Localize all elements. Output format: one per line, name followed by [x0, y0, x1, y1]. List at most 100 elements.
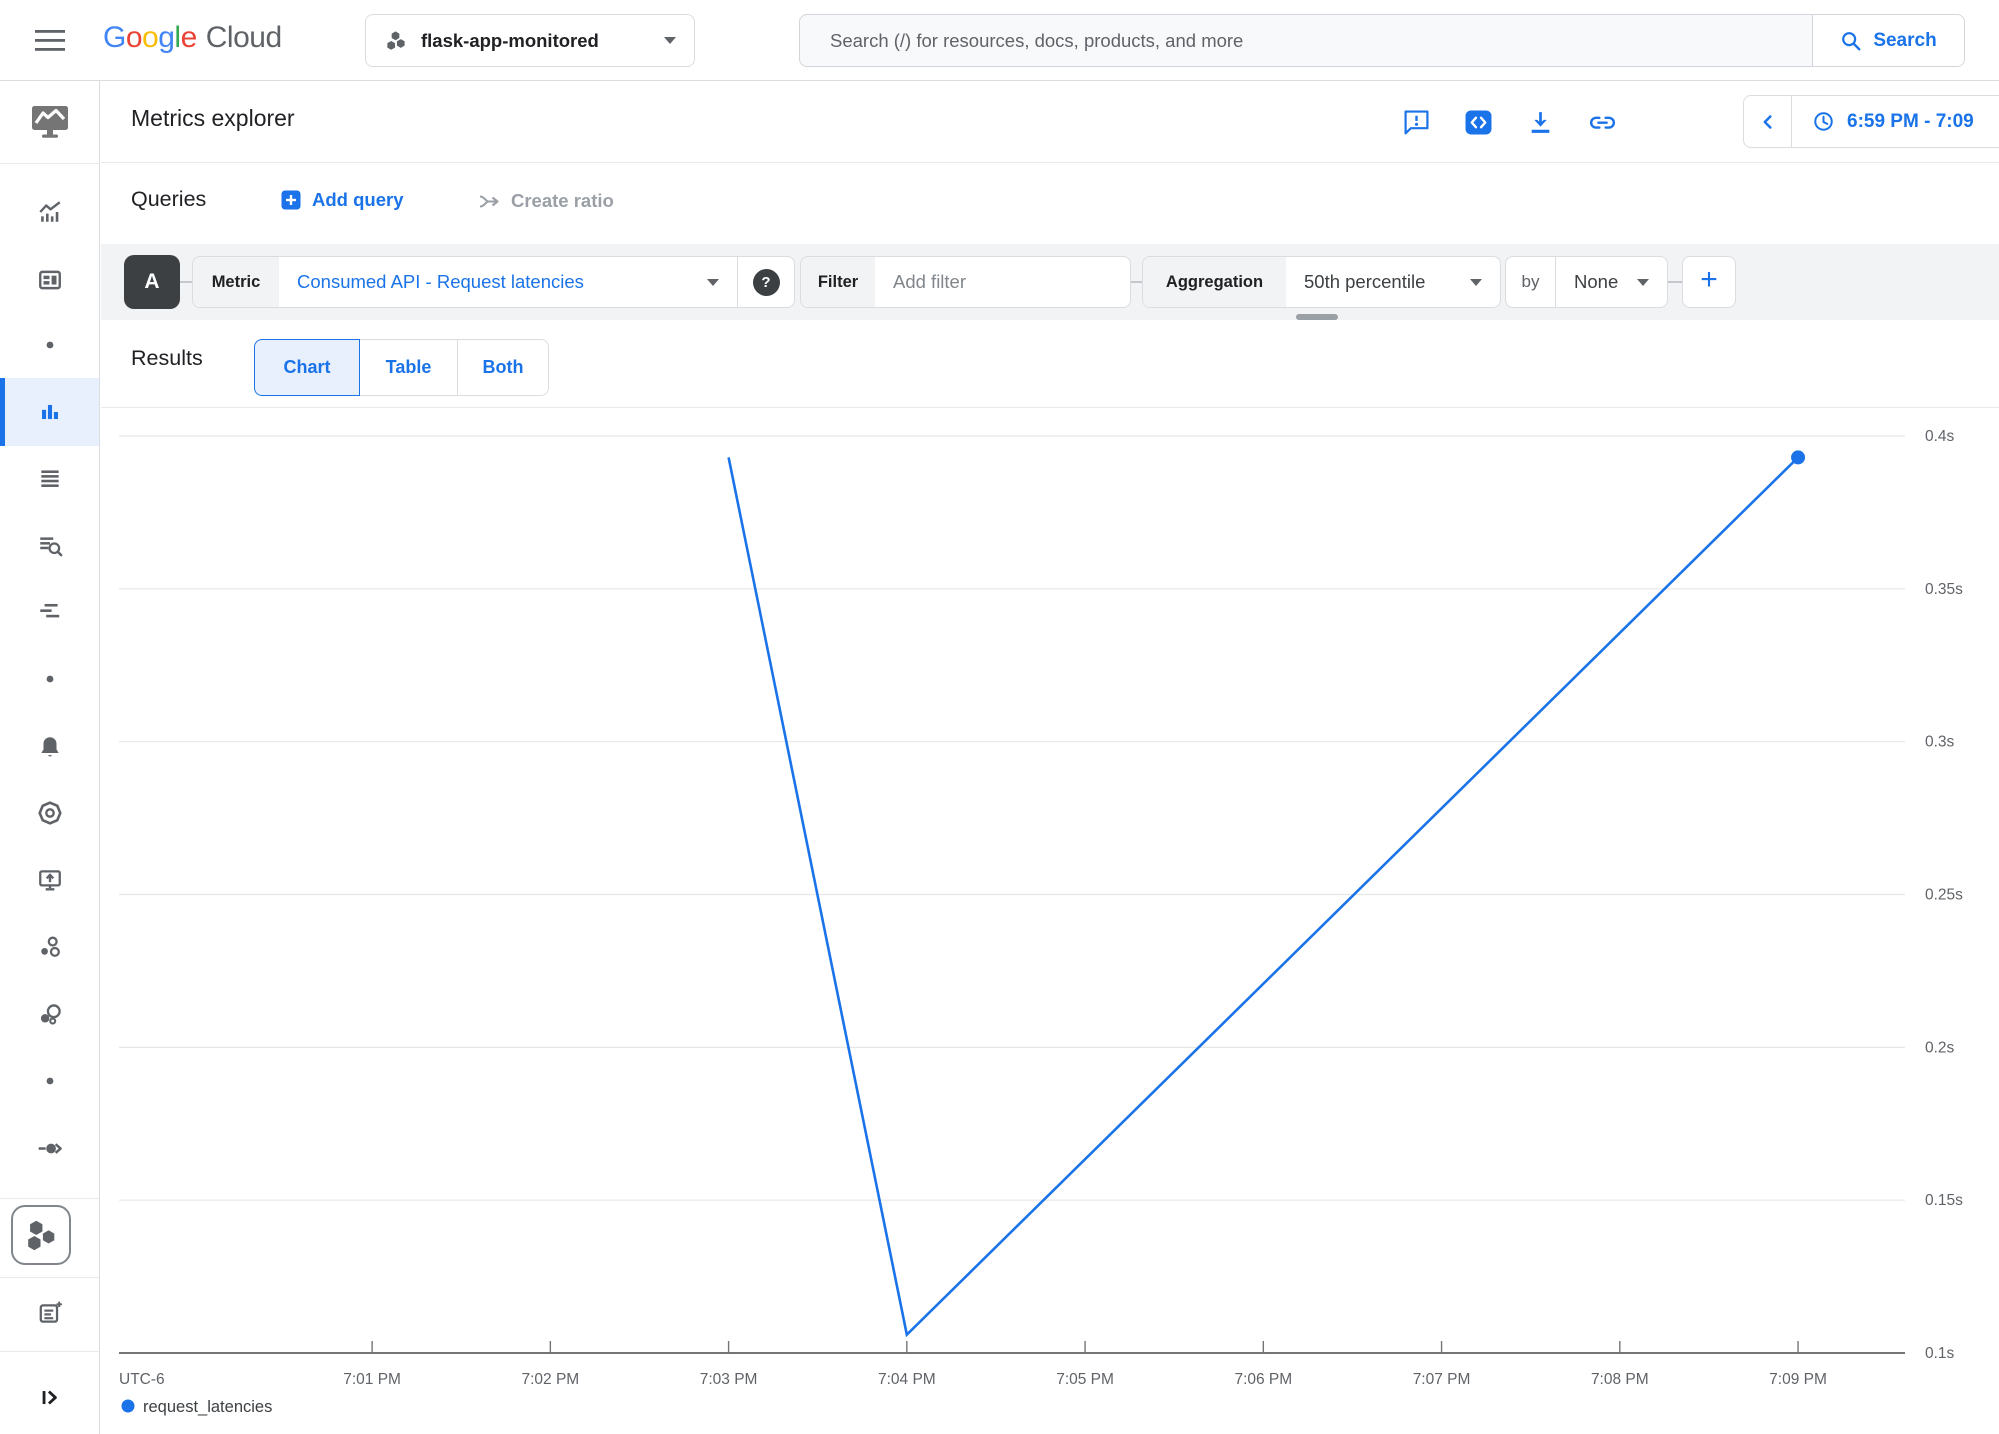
services-circles-icon	[37, 1001, 63, 1027]
sidebar-section-dot	[0, 317, 99, 373]
svg-text:UTC-6: UTC-6	[119, 1371, 165, 1388]
sidebar-item-alerting[interactable]	[0, 719, 99, 775]
connector-line	[180, 281, 192, 283]
sidebar-item-trace[interactable]	[0, 583, 99, 639]
sidebar-item-groups[interactable]	[0, 919, 99, 975]
aggregation-pill: Aggregation 50th percentile	[1142, 256, 1501, 308]
sidebar-item-integrations[interactable]	[0, 1120, 99, 1176]
sidebar-nav	[0, 81, 100, 1434]
dot-icon	[45, 674, 55, 684]
svg-text:0.4s: 0.4s	[1925, 428, 1955, 445]
download-button[interactable]	[1527, 109, 1554, 136]
page-header: Metrics explorer	[101, 81, 1999, 163]
help-icon: ?	[753, 269, 780, 296]
trace-lines-icon	[37, 598, 63, 624]
filter-pill: Filter Add filter	[800, 256, 1131, 308]
time-range-control: 6:59 PM - 7:09	[1743, 95, 1999, 148]
svg-text:7:08 PM: 7:08 PM	[1591, 1371, 1649, 1388]
sidebar-item-metrics-explorer[interactable]	[0, 384, 99, 440]
tab-both[interactable]: Both	[457, 339, 549, 396]
sidebar-item-release-notes[interactable]	[0, 1285, 99, 1341]
sidebar-item-overview[interactable]	[0, 184, 99, 240]
cloud-logo-text: Cloud	[206, 21, 282, 54]
time-range-button[interactable]: 6:59 PM - 7:09	[1792, 96, 1974, 147]
aggregation-label: Aggregation	[1143, 257, 1286, 307]
cloud-monitoring-logo[interactable]	[0, 89, 99, 155]
menu-icon[interactable]	[33, 28, 67, 53]
sidebar-section-dot	[0, 1053, 99, 1109]
bell-icon	[37, 734, 63, 760]
time-range-back-button[interactable]	[1744, 96, 1792, 147]
add-query-button[interactable]: Add query	[281, 189, 403, 211]
line-chart-canvas: 0.4s0.35s0.3s0.25s0.2s0.15s0.1s7:01 PM7:…	[101, 407, 1999, 1434]
queries-title: Queries	[131, 187, 206, 212]
feedback-icon	[1403, 109, 1430, 136]
metric-help-button[interactable]: ?	[738, 257, 794, 307]
connector-line	[1668, 281, 1682, 283]
dashboard-icon	[37, 267, 63, 293]
chevron-left-icon	[1757, 111, 1779, 133]
chevron-down-icon	[1637, 279, 1649, 286]
queries-bar: Queries Add query Create ratio	[101, 163, 1999, 244]
svg-text:request_latencies: request_latencies	[143, 1398, 272, 1416]
filter-input[interactable]: Add filter	[875, 257, 1130, 307]
query-builder: A Metric Consumed API - Request latencie…	[101, 244, 1999, 320]
svg-text:7:09 PM: 7:09 PM	[1769, 1371, 1827, 1388]
merge-arrow-icon	[477, 189, 501, 213]
latency-chart[interactable]: 0.4s0.35s0.3s0.25s0.2s0.15s0.1s7:01 PM7:…	[101, 407, 1999, 1434]
page-title: Metrics explorer	[131, 105, 295, 132]
line-chart-icon	[37, 199, 63, 225]
sidebar-item-services[interactable]	[0, 986, 99, 1042]
list-lines-icon	[37, 465, 63, 491]
integration-arrow-icon	[37, 1135, 63, 1161]
svg-text:0.1s: 0.1s	[1925, 1345, 1955, 1362]
svg-text:0.3s: 0.3s	[1925, 734, 1955, 751]
pinned-product-button[interactable]	[11, 1205, 71, 1265]
share-link-button[interactable]	[1589, 109, 1616, 136]
feedback-button[interactable]	[1403, 109, 1430, 136]
by-label: by	[1506, 257, 1556, 307]
sidebar-item-monitoring-screen[interactable]	[0, 852, 99, 908]
project-name: flask-app-monitored	[421, 30, 599, 52]
tab-chart[interactable]: Chart	[254, 339, 360, 396]
project-selector[interactable]: flask-app-monitored	[365, 14, 695, 67]
svg-text:7:02 PM: 7:02 PM	[521, 1371, 579, 1388]
create-ratio-button[interactable]: Create ratio	[477, 189, 614, 213]
query-editor-button[interactable]	[1465, 109, 1492, 136]
add-aggregation-button[interactable]: +	[1682, 256, 1736, 308]
results-view-toggle: Chart Table Both	[254, 339, 549, 396]
bar-chart-icon	[37, 399, 63, 425]
sidebar-item-list[interactable]	[0, 450, 99, 506]
monitor-up-arrow-icon	[37, 867, 63, 893]
tab-table[interactable]: Table	[359, 339, 458, 396]
results-bar: Results Chart Table Both	[101, 320, 1999, 407]
sidebar-item-dashboards[interactable]	[0, 252, 99, 308]
time-range-label: 6:59 PM - 7:09	[1847, 111, 1974, 133]
search-button[interactable]: Search	[1812, 15, 1964, 66]
chevron-down-icon	[707, 279, 719, 286]
sidebar-divider	[0, 1198, 99, 1199]
download-icon	[1527, 109, 1554, 136]
link-icon	[1589, 108, 1616, 137]
document-sparkle-icon	[37, 1300, 63, 1326]
sidebar-section-dot	[0, 651, 99, 707]
search-input[interactable]	[800, 15, 1812, 66]
metric-dropdown[interactable]: Consumed API - Request latencies	[279, 257, 737, 307]
sidebar-item-uptime-checks[interactable]	[0, 785, 99, 841]
svg-text:7:01 PM: 7:01 PM	[343, 1371, 401, 1388]
clock-icon	[1812, 110, 1835, 133]
topbar: GoogleCloud flask-app-monitored Search	[0, 0, 1999, 81]
google-cloud-logo: GoogleCloud	[103, 21, 282, 55]
aggregation-dropdown[interactable]: 50th percentile	[1286, 257, 1500, 307]
header-actions	[1403, 81, 1616, 163]
sidebar-collapse-button[interactable]	[0, 1369, 99, 1425]
svg-text:0.2s: 0.2s	[1925, 1039, 1955, 1056]
sidebar-item-logs[interactable]	[0, 517, 99, 573]
search-icon	[1840, 30, 1862, 52]
metric-value: Consumed API - Request latencies	[297, 271, 584, 293]
badge-seal-icon	[37, 800, 63, 826]
group-by-dropdown[interactable]: None	[1556, 257, 1667, 307]
code-icon	[1465, 109, 1492, 136]
main-content: Metrics explorer	[101, 81, 1999, 1434]
metric-label: Metric	[193, 257, 279, 307]
